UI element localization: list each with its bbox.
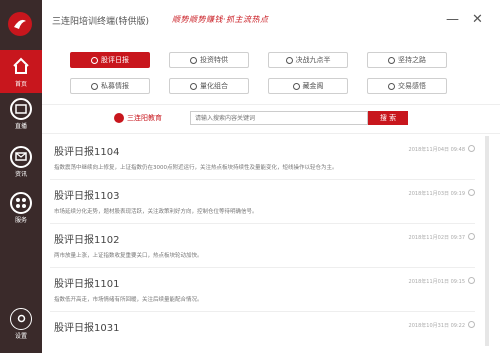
tab-label: 投资特供 [200,56,228,64]
article-title: 股评日报1104 [54,147,120,158]
article-title: 股评日报1103 [54,191,120,202]
window-title: 三连阳培训终端(特供版) [52,17,150,27]
article-list: 股评日报1104 指数震荡中继续向上修复，上证指数仍在3000点附近运行，关注热… [50,136,475,342]
tab-quant-portfolio[interactable]: 量化组合 [169,78,249,94]
sidebar-item-settings[interactable]: 设置 [0,308,42,340]
article-time: 2018年10月31日 09:22 [408,323,465,329]
sidebar-item-label: 直播 [14,123,27,130]
tab-trade-insights[interactable]: 交易感悟 [367,78,447,94]
circle-icon [190,82,197,90]
tab-label: 坚持之路 [398,56,426,64]
list-item[interactable]: 股评日报1031 2018年10月31日 09:22 [50,312,475,342]
article-time: 2018年11月01日 09:15 [408,279,465,285]
article-title: 股评日报1102 [54,235,120,246]
settings-icon [10,308,32,330]
app-window: 首页 直播 资讯 服务 设置 三连阳培训终端(特供版) 顺势顺势赚钱·抓主流热点… [0,0,500,353]
article-summary: 指数震荡中继续向上修复，上证指数仍在3000点附近运行，关注热点板块持续性及量能… [54,165,338,171]
scrollbar[interactable] [485,136,489,346]
status-dot-icon [468,321,475,328]
sidebar-item-service[interactable]: 服务 [0,192,42,224]
tab-label: 股评日报 [101,56,129,64]
search-input[interactable] [190,111,368,125]
article-time: 2018年11月02日 09:37 [408,235,465,241]
home-icon [10,56,32,78]
article-title: 股评日报1101 [54,279,120,290]
status-dot-icon [468,277,475,284]
circle-icon [91,82,98,90]
article-time: 2018年11月04日 09:48 [408,147,465,153]
sidebar-item-label: 设置 [14,333,27,340]
list-item[interactable]: 股评日报1102 两市放量上涨，上证指数收复重要关口，热点板块轮动加快。 201… [50,224,475,268]
sidebar-item-live[interactable]: 直播 [0,98,42,130]
tab-treasure[interactable]: 藏金阁 [268,78,348,94]
circle-icon [190,56,197,64]
close-button[interactable]: ✕ [472,12,483,27]
minimize-button[interactable]: — [446,12,459,27]
brand-logo: 三连阳教育 [114,113,162,123]
status-dot-icon [468,189,475,196]
slogan: 顺势顺势赚钱·抓主流热点 [172,15,269,24]
app-logo [8,12,32,36]
apps-icon [10,192,32,214]
article-summary: 市场延续分化走势，题材股表现活跃，关注政策利好方向，控制仓位等待明确信号。 [54,209,258,215]
sidebar-item-label: 服务 [14,217,27,224]
tab-persistence[interactable]: 坚持之路 [367,52,447,68]
tab-label: 量化组合 [200,82,228,90]
tab-invest-special[interactable]: 投资特供 [169,52,249,68]
tab-label: 藏金阁 [302,82,324,90]
list-item[interactable]: 股评日报1103 市场延续分化走势，题材股表现活跃，关注政策利好方向，控制仓位等… [50,180,475,224]
article-time: 2018年11月03日 09:19 [408,191,465,197]
tab-label: 决战九点半 [295,56,331,64]
sidebar-item-label: 首页 [14,81,27,88]
sidebar: 首页 直播 资讯 服务 设置 [0,0,42,353]
sidebar-item-label: 资讯 [14,171,27,178]
search-bar: 三连阳教育 搜 索 [42,104,500,134]
circle-icon [388,82,395,90]
circle-icon [388,56,395,64]
tab-stock-daily[interactable]: 股评日报 [70,52,150,68]
circle-icon [91,56,98,64]
list-item[interactable]: 股评日报1104 指数震荡中继续向上修复，上证指数仍在3000点附近运行，关注热… [50,136,475,180]
circle-icon [285,56,293,64]
search-button[interactable]: 搜 索 [368,111,408,125]
tab-nine-thirty[interactable]: 决战九点半 [268,52,348,68]
brand-name: 三连阳教育 [127,114,162,122]
brand-icon [114,113,124,123]
status-dot-icon [468,233,475,240]
circle-icon [292,82,300,90]
tab-label: 私募情报 [101,82,129,90]
sidebar-item-home[interactable]: 首页 [0,50,42,93]
title-bar: 三连阳培训终端(特供版) 顺势顺势赚钱·抓主流热点 — ✕ [42,0,500,40]
list-item[interactable]: 股评日报1101 指数低开高走，市场情绪有所回暖，关注后续量能配合情况。 201… [50,268,475,312]
article-title: 股评日报1031 [54,323,120,334]
tab-private-intel[interactable]: 私募情报 [70,78,150,94]
message-icon [10,146,32,168]
status-dot-icon [468,145,475,152]
tab-label: 交易感悟 [398,82,426,90]
live-icon [10,98,32,120]
article-summary: 指数低开高走，市场情绪有所回暖，关注后续量能配合情况。 [54,297,203,303]
article-summary: 两市放量上涨，上证指数收复重要关口，热点板块轮动加快。 [54,253,203,259]
sidebar-item-news[interactable]: 资讯 [0,146,42,178]
